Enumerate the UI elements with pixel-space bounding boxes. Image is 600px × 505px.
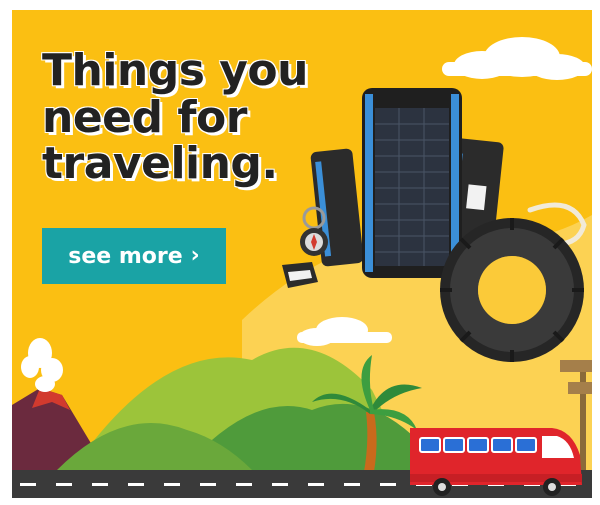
headline-line: need for xyxy=(42,91,247,143)
see-more-label: see more xyxy=(68,243,183,269)
headline-line: Things you xyxy=(42,45,308,96)
headline-line: traveling. xyxy=(42,138,278,190)
chevron-right-icon: › xyxy=(190,243,200,268)
ad-banner[interactable]: Things you need for traveling. see more … xyxy=(12,10,592,498)
travel-ad[interactable]: Things you need for traveling. see more … xyxy=(0,0,600,505)
cloud-icon xyxy=(442,37,592,80)
headline: Things you need for traveling. xyxy=(42,45,308,190)
see-more-button[interactable]: see more › xyxy=(42,228,226,284)
